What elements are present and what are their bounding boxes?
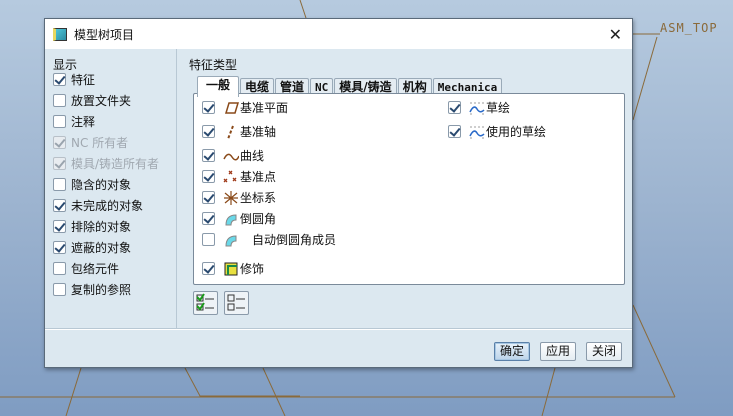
checkbox[interactable]: [202, 212, 215, 225]
round-icon: [225, 213, 237, 225]
checkbox: [53, 157, 66, 170]
tab-0[interactable]: 一般: [197, 76, 240, 97]
checkbox[interactable]: [202, 191, 215, 204]
checkbox-row: NC 所有者: [53, 134, 128, 151]
dialog-title: 模型树项目: [74, 27, 135, 42]
checkbox[interactable]: [202, 125, 215, 138]
close-icon[interactable]: ✕: [609, 25, 622, 44]
used-sketch-icon: [469, 125, 485, 139]
clear-all-button[interactable]: [224, 291, 249, 315]
checkbox[interactable]: [53, 283, 66, 296]
checkbox-label: 草绘: [486, 101, 511, 115]
checkbox[interactable]: [448, 101, 461, 114]
checkbox-row[interactable]: 隐含的对象: [53, 176, 131, 193]
checkbox-label: 包络元件: [71, 262, 120, 276]
checkbox[interactable]: [448, 125, 461, 138]
checkbox-row[interactable]: 复制的参照: [53, 281, 131, 298]
checkbox[interactable]: [202, 149, 215, 162]
checkbox-row[interactable]: 坐标系: [202, 189, 276, 206]
checkbox-row[interactable]: 草绘: [448, 99, 510, 116]
checkbox[interactable]: [53, 241, 66, 254]
close-button[interactable]: 关闭: [586, 342, 623, 361]
checkbox-label: 遮蔽的对象: [71, 241, 132, 255]
checkbox[interactable]: [202, 101, 215, 114]
checkbox-label: 曲线: [240, 149, 265, 163]
checkbox[interactable]: [53, 94, 66, 107]
apply-button[interactable]: 应用: [540, 342, 577, 361]
checkbox-label: NC 所有者: [71, 136, 129, 150]
checkbox-label: 未完成的对象: [71, 199, 144, 213]
checkbox-row[interactable]: 未完成的对象: [53, 197, 143, 214]
checkbox-label: 放置文件夹: [71, 94, 132, 108]
select-all-button[interactable]: [193, 291, 218, 315]
checkbox[interactable]: [53, 115, 66, 128]
checkbox-label: 基准轴: [240, 125, 277, 139]
title-bar: 模型树项目: [45, 19, 632, 49]
checkbox-row[interactable]: 使用的草绘: [448, 123, 546, 140]
sketch-icon: [469, 101, 485, 115]
checkbox-row[interactable]: 遮蔽的对象: [53, 239, 131, 256]
checkbox-row[interactable]: 基准轴: [202, 123, 276, 140]
checkbox[interactable]: [53, 199, 66, 212]
checkbox-label: 坐标系: [240, 191, 277, 205]
checkbox-row[interactable]: 注释: [53, 113, 95, 130]
datum-label: ASM_TOP: [660, 21, 718, 35]
checkbox-row[interactable]: 基准平面: [202, 99, 288, 116]
datum-axis-icon: [227, 125, 234, 139]
checkbox-row: 模具/铸造所有者: [53, 155, 159, 172]
ok-button[interactable]: 确定: [494, 342, 531, 361]
checkbox-label: 隐含的对象: [71, 178, 132, 192]
checkbox[interactable]: [202, 262, 215, 275]
checkbox-row[interactable]: 自动倒圆角成员: [202, 231, 336, 248]
select-all-icon: [196, 293, 214, 311]
checkbox-label: 修饰: [240, 262, 265, 276]
checkbox-label: 复制的参照: [71, 283, 132, 297]
datum-point-icon: [223, 170, 237, 182]
checkbox-label: 特征: [71, 73, 96, 87]
checkbox-label: 倒圆角: [240, 212, 277, 226]
checkbox[interactable]: [53, 262, 66, 275]
checkbox: [53, 136, 66, 149]
checkbox-label: 注释: [71, 115, 96, 129]
auto-round-icon: [225, 234, 237, 246]
checkbox-row[interactable]: 修饰: [202, 260, 264, 277]
cosmetic-icon: [224, 262, 238, 275]
model-tree-icon: [53, 27, 67, 41]
checkbox-label: 排除的对象: [71, 220, 132, 234]
checkbox-label: 使用的草绘: [486, 125, 547, 139]
clear-all-icon: [227, 294, 245, 311]
display-panel: 显示 特征 放置文件夹 注释 NC 所有者 模具/铸造所有者 隐含的对象 未完成的对象 排除的…: [45, 49, 177, 329]
curve-icon: [223, 153, 239, 160]
checkbox-label: 模具/铸造所有者: [71, 157, 160, 171]
coordinate-system-icon: [224, 190, 238, 205]
checkbox-label: 自动倒圆角成员: [252, 233, 337, 247]
checkbox-label: 基准平面: [240, 101, 289, 115]
checkbox[interactable]: [202, 170, 215, 183]
checkbox-label: 基准点: [240, 170, 277, 184]
checkbox[interactable]: [202, 233, 215, 246]
checkbox[interactable]: [53, 220, 66, 233]
model-tree-items-dialog: 模型树项目 ✕ 显示 特征 放置文件夹 注释 NC 所有者 模具/铸造所有者 隐含的对象未…: [44, 18, 633, 368]
checkbox-row[interactable]: 放置文件夹: [53, 92, 131, 109]
checkbox[interactable]: [53, 73, 66, 86]
feature-types-header: 特征类型: [189, 58, 238, 72]
checkbox-row[interactable]: 排除的对象: [53, 218, 131, 235]
checkbox[interactable]: [53, 178, 66, 191]
checkbox-row[interactable]: 曲线: [202, 147, 264, 164]
footer-divider: [45, 328, 632, 329]
checkbox-row[interactable]: 基准点: [202, 168, 276, 185]
datum-plane-icon: [224, 101, 239, 114]
checkbox-row[interactable]: 倒圆角: [202, 210, 276, 227]
feature-list: 基准平面基准轴曲线基准点坐标系倒圆角自动倒圆角成员修饰 草绘使用的草绘: [193, 93, 625, 285]
checkbox-row[interactable]: 包络元件: [53, 260, 119, 277]
checkbox-row[interactable]: 特征: [53, 71, 95, 88]
